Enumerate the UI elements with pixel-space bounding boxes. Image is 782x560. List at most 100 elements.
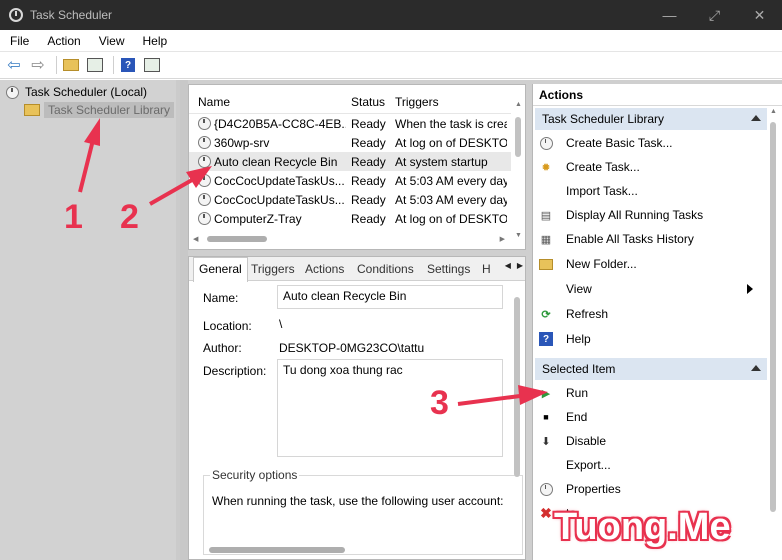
- scroll-up-arrow-icon[interactable]: ▲: [515, 101, 522, 108]
- tab-conditions[interactable]: Conditions: [357, 262, 414, 276]
- section-label: Task Scheduler Library: [542, 112, 665, 126]
- author-value: DESKTOP-0MG23CO\tattu: [279, 341, 425, 355]
- task-trigger-cell: At log on of DESKTO: [395, 135, 507, 150]
- task-row[interactable]: CocCocUpdateTaskUs... Ready At 5:03 AM eve…: [189, 171, 511, 190]
- task-list-horizontal-scrollbar[interactable]: ◀ ▶: [191, 233, 509, 245]
- action-refresh[interactable]: ⟳ Refresh: [537, 303, 765, 325]
- window-title: Task Scheduler: [30, 8, 113, 22]
- task-status-cell: Ready: [351, 192, 386, 207]
- action-label: Run: [566, 386, 589, 400]
- disable-down-arrow-icon: ⬇: [541, 435, 551, 448]
- task-clock-icon: [198, 117, 211, 130]
- collapse-caret-icon[interactable]: [751, 365, 761, 371]
- action-label: Help: [566, 332, 591, 346]
- details-vertical-scrollbar[interactable]: [513, 289, 521, 529]
- scroll-thumb[interactable]: [207, 236, 267, 242]
- task-scheduler-clock-icon: [9, 8, 23, 22]
- scroll-thumb[interactable]: [209, 547, 345, 553]
- help-button[interactable]: ?: [118, 56, 138, 74]
- task-trigger-cell: At 5:03 AM every day: [395, 173, 507, 188]
- task-status-cell: Ready: [351, 116, 386, 131]
- column-header-triggers[interactable]: Triggers: [395, 95, 439, 109]
- menu-help[interactable]: Help: [133, 34, 176, 48]
- maximize-button[interactable]: ⤢: [692, 0, 737, 30]
- scroll-left-arrow-icon[interactable]: ◀: [193, 235, 198, 243]
- tab-scroll-left-icon[interactable]: ◀: [505, 261, 511, 270]
- scroll-thumb[interactable]: [515, 117, 521, 157]
- security-options-group: Security options When running the task, …: [203, 468, 523, 555]
- section-label: Selected Item: [542, 362, 616, 376]
- action-create-basic-task[interactable]: Create Basic Task...: [537, 132, 765, 154]
- task-clock-icon: [198, 212, 211, 225]
- action-new-folder[interactable]: New Folder...: [537, 253, 765, 275]
- back-arrow-icon[interactable]: ⇦: [4, 56, 24, 74]
- forward-arrow-icon[interactable]: ⇨: [28, 56, 48, 74]
- action-label: Import Task...: [566, 184, 638, 198]
- action-disable[interactable]: ⬇ Disable: [537, 430, 765, 452]
- console-tree-icon: [87, 58, 103, 72]
- tab-actions[interactable]: Actions: [305, 262, 344, 276]
- tree-item-root[interactable]: Task Scheduler (Local): [6, 85, 147, 99]
- action-view[interactable]: View: [537, 278, 765, 300]
- detail-tabs: General Triggers Actions Conditions Sett…: [189, 257, 525, 282]
- menu-action[interactable]: Action: [37, 34, 88, 48]
- task-clock-icon: [198, 155, 211, 168]
- action-create-task[interactable]: ✹ Create Task...: [537, 156, 765, 178]
- show-hide-tree-button[interactable]: [85, 56, 105, 74]
- task-clock-icon: [198, 174, 211, 187]
- scroll-thumb[interactable]: [514, 297, 520, 477]
- pane-splitter[interactable]: [180, 80, 188, 560]
- section-selected-item[interactable]: Selected Item: [535, 358, 767, 380]
- scroll-right-arrow-icon[interactable]: ▶: [500, 235, 505, 243]
- task-list-vertical-scrollbar[interactable]: ▲ ▼: [513, 101, 523, 239]
- action-run[interactable]: ▶ Run: [537, 382, 765, 404]
- tab-settings[interactable]: Settings: [427, 262, 470, 276]
- details-horizontal-scrollbar[interactable]: [203, 545, 513, 555]
- security-options-title: Security options: [210, 468, 300, 482]
- minimize-button[interactable]: —: [647, 0, 692, 30]
- task-clock-icon: [198, 136, 211, 149]
- task-row[interactable]: {D4C20B5A-CC8C-4EB... Ready When the task …: [189, 114, 511, 133]
- tab-triggers[interactable]: Triggers: [251, 262, 295, 276]
- actions-title: Actions: [533, 84, 782, 106]
- action-label: End: [566, 410, 588, 424]
- scroll-thumb[interactable]: [770, 122, 776, 512]
- up-folder-button[interactable]: [61, 56, 81, 74]
- scroll-up-arrow-icon[interactable]: ▲: [770, 108, 777, 115]
- column-header-status[interactable]: Status: [351, 95, 385, 109]
- action-label: View: [566, 282, 592, 296]
- action-export[interactable]: Export...: [537, 454, 765, 476]
- task-row[interactable]: Auto clean Recycle Bin Ready At system sta…: [189, 152, 511, 171]
- action-label: Create Basic Task...: [566, 136, 673, 150]
- menu-view[interactable]: View: [89, 34, 133, 48]
- task-row[interactable]: ComputerZ-Tray Ready At log on of DESKTO: [189, 209, 511, 228]
- tab-scroll-right-icon[interactable]: ▶: [517, 261, 523, 270]
- scroll-down-arrow-icon[interactable]: ▼: [515, 232, 522, 239]
- clock-icon: [6, 85, 19, 99]
- action-import-task[interactable]: Import Task...: [537, 180, 765, 202]
- close-button[interactable]: ✕: [737, 0, 782, 30]
- action-end[interactable]: ■ End: [537, 406, 765, 428]
- action-enable-history[interactable]: ▦ Enable All Tasks History: [537, 228, 765, 250]
- tree-item-library[interactable]: Task Scheduler Library: [24, 102, 175, 118]
- collapse-caret-icon[interactable]: [751, 115, 761, 121]
- task-row[interactable]: CocCocUpdateTaskUs... Ready At 5:03 AM eve…: [189, 190, 511, 209]
- section-task-scheduler-library[interactable]: Task Scheduler Library: [535, 108, 767, 130]
- column-header-name[interactable]: Name: [198, 95, 230, 109]
- tab-general[interactable]: General: [193, 257, 248, 282]
- toolbar: ⇦ ⇨ ?: [0, 52, 782, 79]
- actions-vertical-scrollbar[interactable]: ▲: [768, 108, 778, 542]
- action-display-running-tasks[interactable]: ▤ Display All Running Tasks: [537, 204, 765, 226]
- show-action-pane-button[interactable]: [142, 56, 162, 74]
- description-field[interactable]: Tu dong xoa thung rac: [277, 359, 503, 457]
- menu-file[interactable]: File: [0, 34, 37, 48]
- task-row[interactable]: 360wp-srv Ready At log on of DESKTO: [189, 133, 511, 152]
- name-field[interactable]: Auto clean Recycle Bin: [277, 285, 503, 309]
- task-status-cell: Ready: [351, 135, 386, 150]
- help-icon: ?: [121, 58, 135, 72]
- running-tasks-icon: ▤: [540, 209, 552, 222]
- task-trigger-cell: At log on of DESKTO: [395, 211, 507, 226]
- tab-history[interactable]: H: [482, 262, 491, 276]
- action-help[interactable]: ? Help: [537, 328, 765, 350]
- action-properties[interactable]: Properties: [537, 478, 765, 500]
